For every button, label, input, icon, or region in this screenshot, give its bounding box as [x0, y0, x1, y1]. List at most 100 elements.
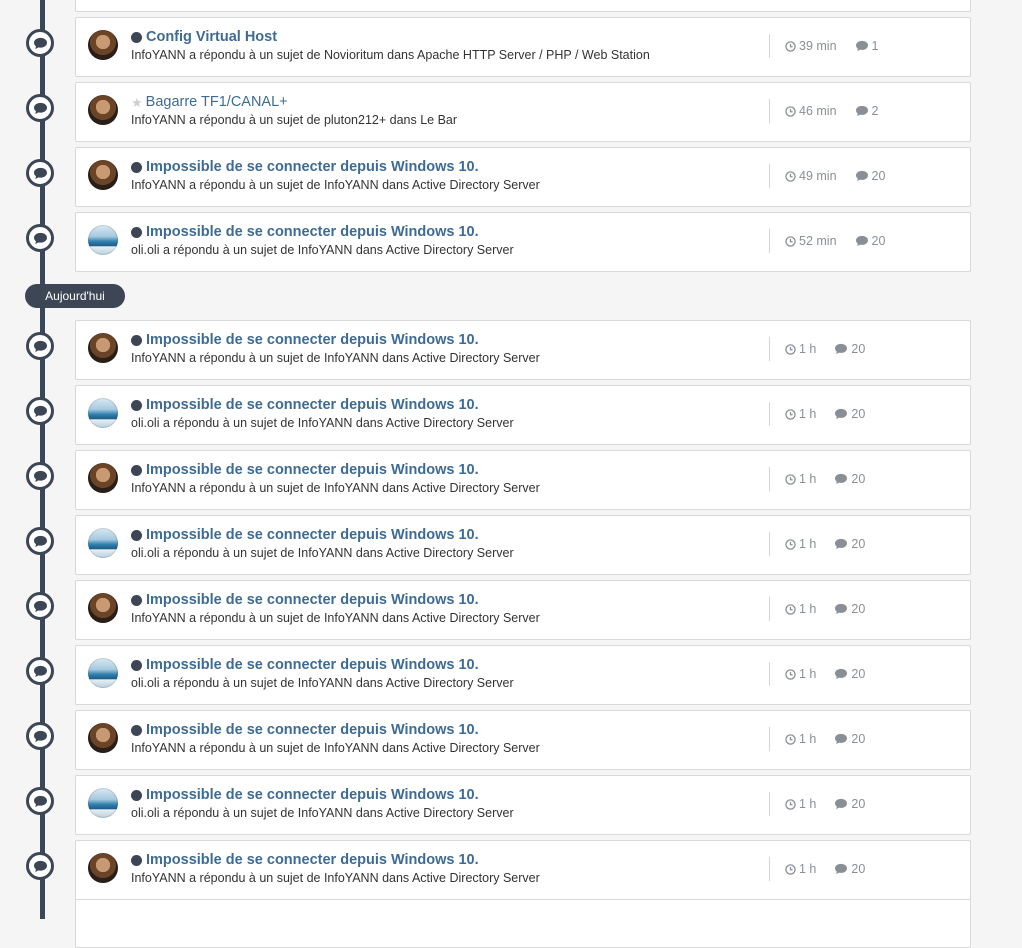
topic-title-link[interactable]: Impossible de se connecter depuis Window… [146, 852, 479, 868]
avatar-infoyann[interactable] [88, 593, 118, 623]
topic-title-link[interactable]: Impossible de se connecter depuis Window… [146, 527, 479, 543]
clock-icon [785, 863, 799, 875]
avatar-infoyann[interactable] [88, 95, 118, 125]
title-line: Impossible de se connecter depuis Window… [131, 786, 479, 804]
clock-icon [785, 343, 799, 355]
unread-dot-icon [131, 854, 142, 866]
comment-marker-icon [26, 224, 54, 252]
title-line: Impossible de se connecter depuis Window… [131, 158, 479, 176]
comment-marker-icon [26, 657, 54, 685]
topic-meta: 1 h 20 [769, 532, 865, 556]
title-line: Impossible de se connecter depuis Window… [131, 331, 479, 349]
avatar-infoyann[interactable] [88, 160, 118, 190]
comment-marker-icon [26, 787, 54, 815]
clock-icon [785, 105, 799, 117]
title-line: Impossible de se connecter depuis Window… [131, 461, 479, 479]
title-line: Impossible de se connecter depuis Window… [131, 526, 479, 544]
avatar-olioli[interactable] [88, 398, 118, 428]
activity-item: Impossible de se connecter depuis Window… [0, 775, 1022, 835]
avatar-infoyann[interactable] [88, 723, 118, 753]
reply-count-text: 20 [851, 472, 866, 486]
time-ago: 1 h [785, 407, 816, 421]
clock-icon [785, 40, 799, 52]
topic-meta: 1 h 20 [769, 337, 865, 361]
day-separator: Aujourd'hui [25, 284, 125, 308]
clock-icon [785, 473, 799, 485]
activity-item: Impossible de se connecter depuis Window… [0, 580, 1022, 640]
title-line: Impossible de se connecter depuis Window… [131, 656, 479, 674]
activity-description: InfoYANN a répondu à un sujet de Noviori… [131, 48, 650, 62]
comment-marker-icon [26, 852, 54, 880]
comment-icon [834, 863, 851, 875]
topic-title-link[interactable]: Impossible de se connecter depuis Window… [146, 787, 479, 803]
comment-icon [834, 343, 851, 355]
activity-description: oli.oli a répondu à un sujet de InfoYANN… [131, 806, 514, 820]
title-line: ★ Bagarre TF1/CANAL+ [131, 93, 288, 111]
reply-count-text: 20 [871, 234, 886, 248]
avatar-infoyann[interactable] [88, 30, 118, 60]
topic-title-link[interactable]: Impossible de se connecter depuis Window… [146, 462, 479, 478]
reply-count: 20 [834, 862, 865, 876]
topic-title-link[interactable]: Impossible de se connecter depuis Window… [146, 159, 479, 175]
avatar-olioli[interactable] [88, 225, 118, 255]
topic-meta: 1 h 20 [769, 792, 865, 816]
topic-title-link[interactable]: Bagarre TF1/CANAL+ [146, 94, 288, 110]
activity-description: InfoYANN a répondu à un sujet de InfoYAN… [131, 741, 540, 755]
activity-item: Impossible de se connecter depuis Window… [0, 385, 1022, 445]
avatar-olioli[interactable] [88, 788, 118, 818]
activity-item-partial [0, 0, 1022, 12]
time-ago-text: 1 h [799, 602, 817, 616]
activity-description: oli.oli a répondu à un sujet de InfoYANN… [131, 546, 514, 560]
topic-title-link[interactable]: Impossible de se connecter depuis Window… [146, 592, 479, 608]
reply-count: 20 [834, 602, 865, 616]
topic-title-link[interactable]: Impossible de se connecter depuis Window… [146, 397, 479, 413]
activity-card: Impossible de se connecter depuis Window… [75, 212, 971, 272]
comment-marker-icon [26, 592, 54, 620]
comment-marker-icon [26, 159, 54, 187]
reply-count: 20 [834, 797, 865, 811]
time-ago: 1 h [785, 862, 816, 876]
unread-dot-icon [131, 226, 142, 238]
topic-title-link[interactable]: Impossible de se connecter depuis Window… [146, 657, 479, 673]
time-ago: 52 min [785, 234, 837, 248]
activity-card: Impossible de se connecter depuis Window… [75, 580, 971, 640]
title-line: Impossible de se connecter depuis Window… [131, 591, 479, 609]
activity-card: Impossible de se connecter depuis Window… [75, 320, 971, 380]
avatar-olioli[interactable] [88, 528, 118, 558]
topic-meta: 1 h 20 [769, 597, 865, 621]
time-ago: 49 min [785, 169, 837, 183]
reply-count-text: 20 [871, 169, 886, 183]
topic-meta: 1 h 20 [769, 662, 865, 686]
reply-count: 20 [834, 342, 865, 356]
activity-card: Impossible de se connecter depuis Window… [75, 710, 971, 770]
time-ago-text: 46 min [799, 104, 837, 118]
topic-title-link[interactable]: Impossible de se connecter depuis Window… [146, 332, 479, 348]
time-ago-text: 1 h [799, 407, 817, 421]
activity-card: Impossible de se connecter depuis Window… [75, 840, 971, 900]
topic-title-link[interactable]: Impossible de se connecter depuis Window… [146, 224, 479, 240]
time-ago-text: 1 h [799, 862, 817, 876]
topic-meta: 52 min 20 [769, 229, 885, 253]
clock-icon [785, 538, 799, 550]
topic-title-link[interactable]: Impossible de se connecter depuis Window… [146, 722, 479, 738]
reply-count-text: 20 [851, 797, 866, 811]
reply-count: 20 [834, 732, 865, 746]
topic-meta: 1 h 20 [769, 727, 865, 751]
activity-item: Impossible de se connecter depuis Window… [0, 645, 1022, 705]
activity-description: InfoYANN a répondu à un sujet de pluton2… [131, 113, 458, 127]
reply-count: 20 [855, 234, 886, 248]
time-ago-text: 49 min [799, 169, 837, 183]
topic-meta: 46 min 2 [769, 99, 878, 123]
avatar-olioli[interactable] [88, 658, 118, 688]
comment-icon [834, 733, 851, 745]
comment-marker-icon [26, 94, 54, 122]
reply-count: 20 [855, 169, 886, 183]
avatar-infoyann[interactable] [88, 463, 118, 493]
avatar-infoyann[interactable] [88, 853, 118, 883]
topic-title-link[interactable]: Config Virtual Host [146, 29, 277, 45]
avatar-infoyann[interactable] [88, 333, 118, 363]
reply-count-text: 20 [851, 407, 866, 421]
activity-card: Impossible de se connecter depuis Window… [75, 645, 971, 705]
reply-count: 20 [834, 667, 865, 681]
time-ago-text: 1 h [799, 472, 817, 486]
